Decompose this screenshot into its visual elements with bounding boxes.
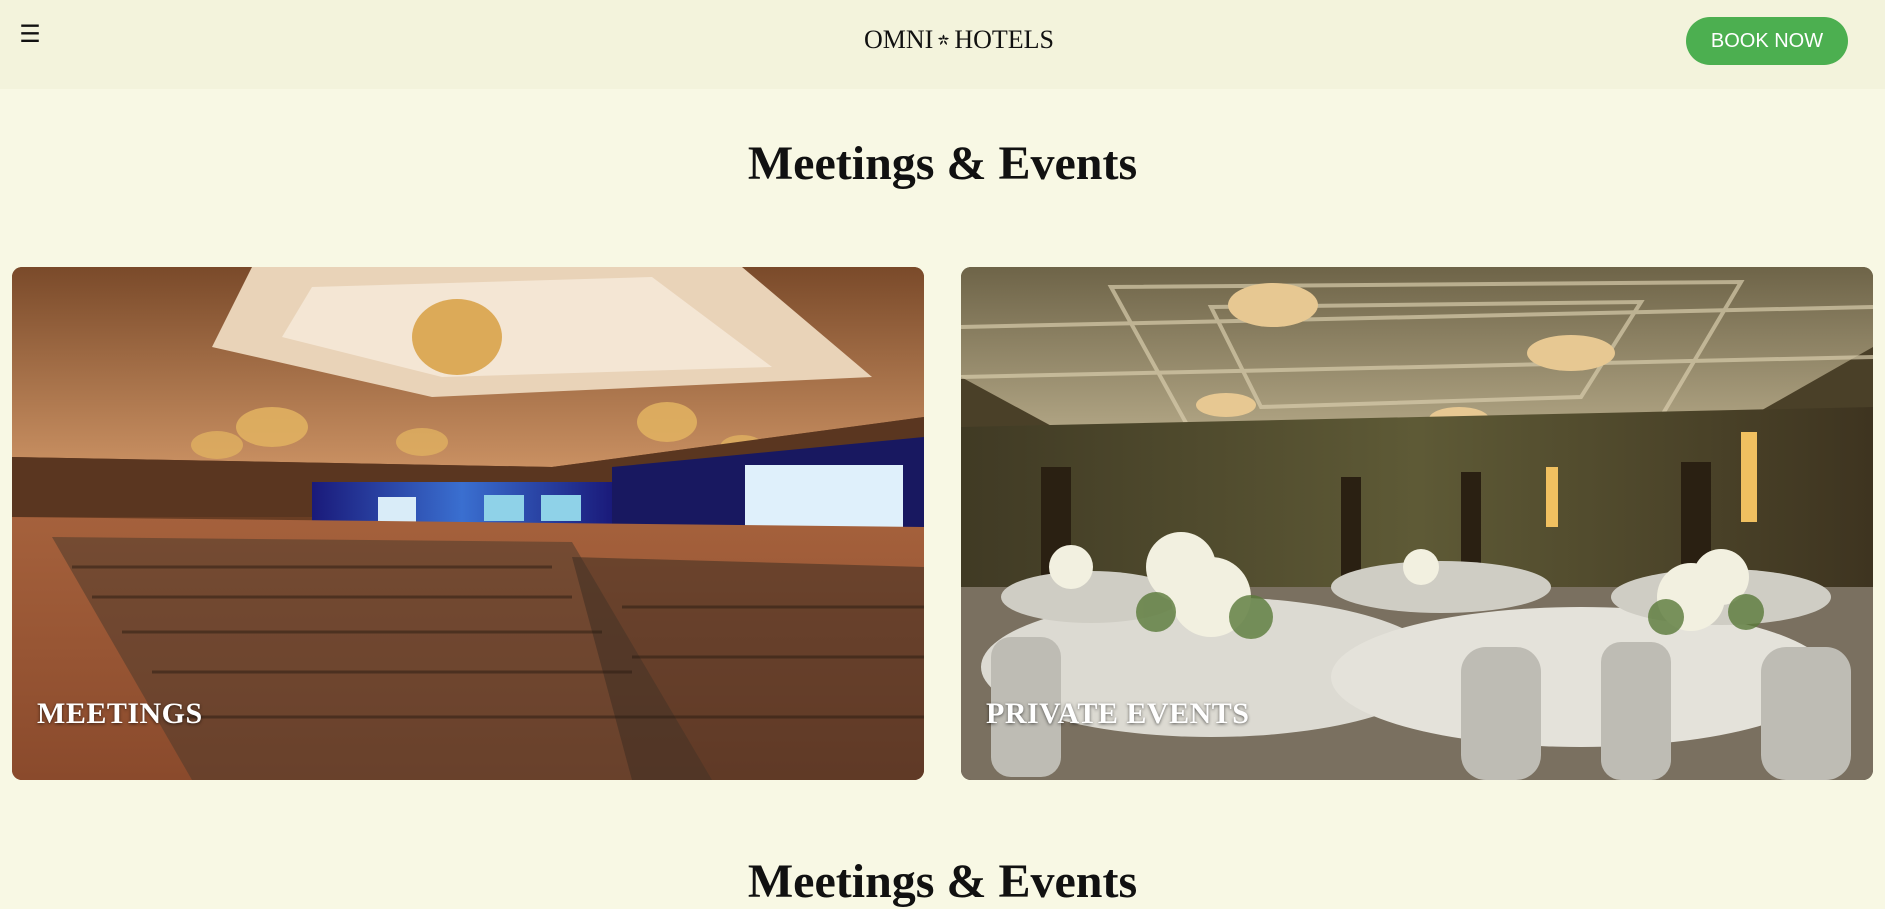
meetings-card[interactable]: MEETINGS (12, 267, 924, 780)
private-events-label: PRIVATE EVENTS (986, 697, 1250, 730)
book-now-button[interactable]: BOOK NOW (1686, 17, 1848, 65)
section-title-repeat: Meetings & Events (747, 855, 1138, 908)
omni-hotels-logo[interactable]: OMNI HOTELS (864, 22, 1054, 58)
site-header: ☰ OMNI HOTELS BOOK NOW (0, 0, 1885, 89)
logo-text-hotels: HOTELS (954, 25, 1054, 54)
hamburger-menu-icon[interactable]: ☰ (18, 20, 42, 48)
omni-flower-icon (938, 34, 950, 45)
meetings-label: MEETINGS (37, 697, 203, 730)
logo-text-omni: OMNI (864, 25, 934, 54)
private-events-card[interactable]: PRIVATE EVENTS (961, 267, 1873, 780)
page-title: Meetings & Events (747, 137, 1138, 190)
